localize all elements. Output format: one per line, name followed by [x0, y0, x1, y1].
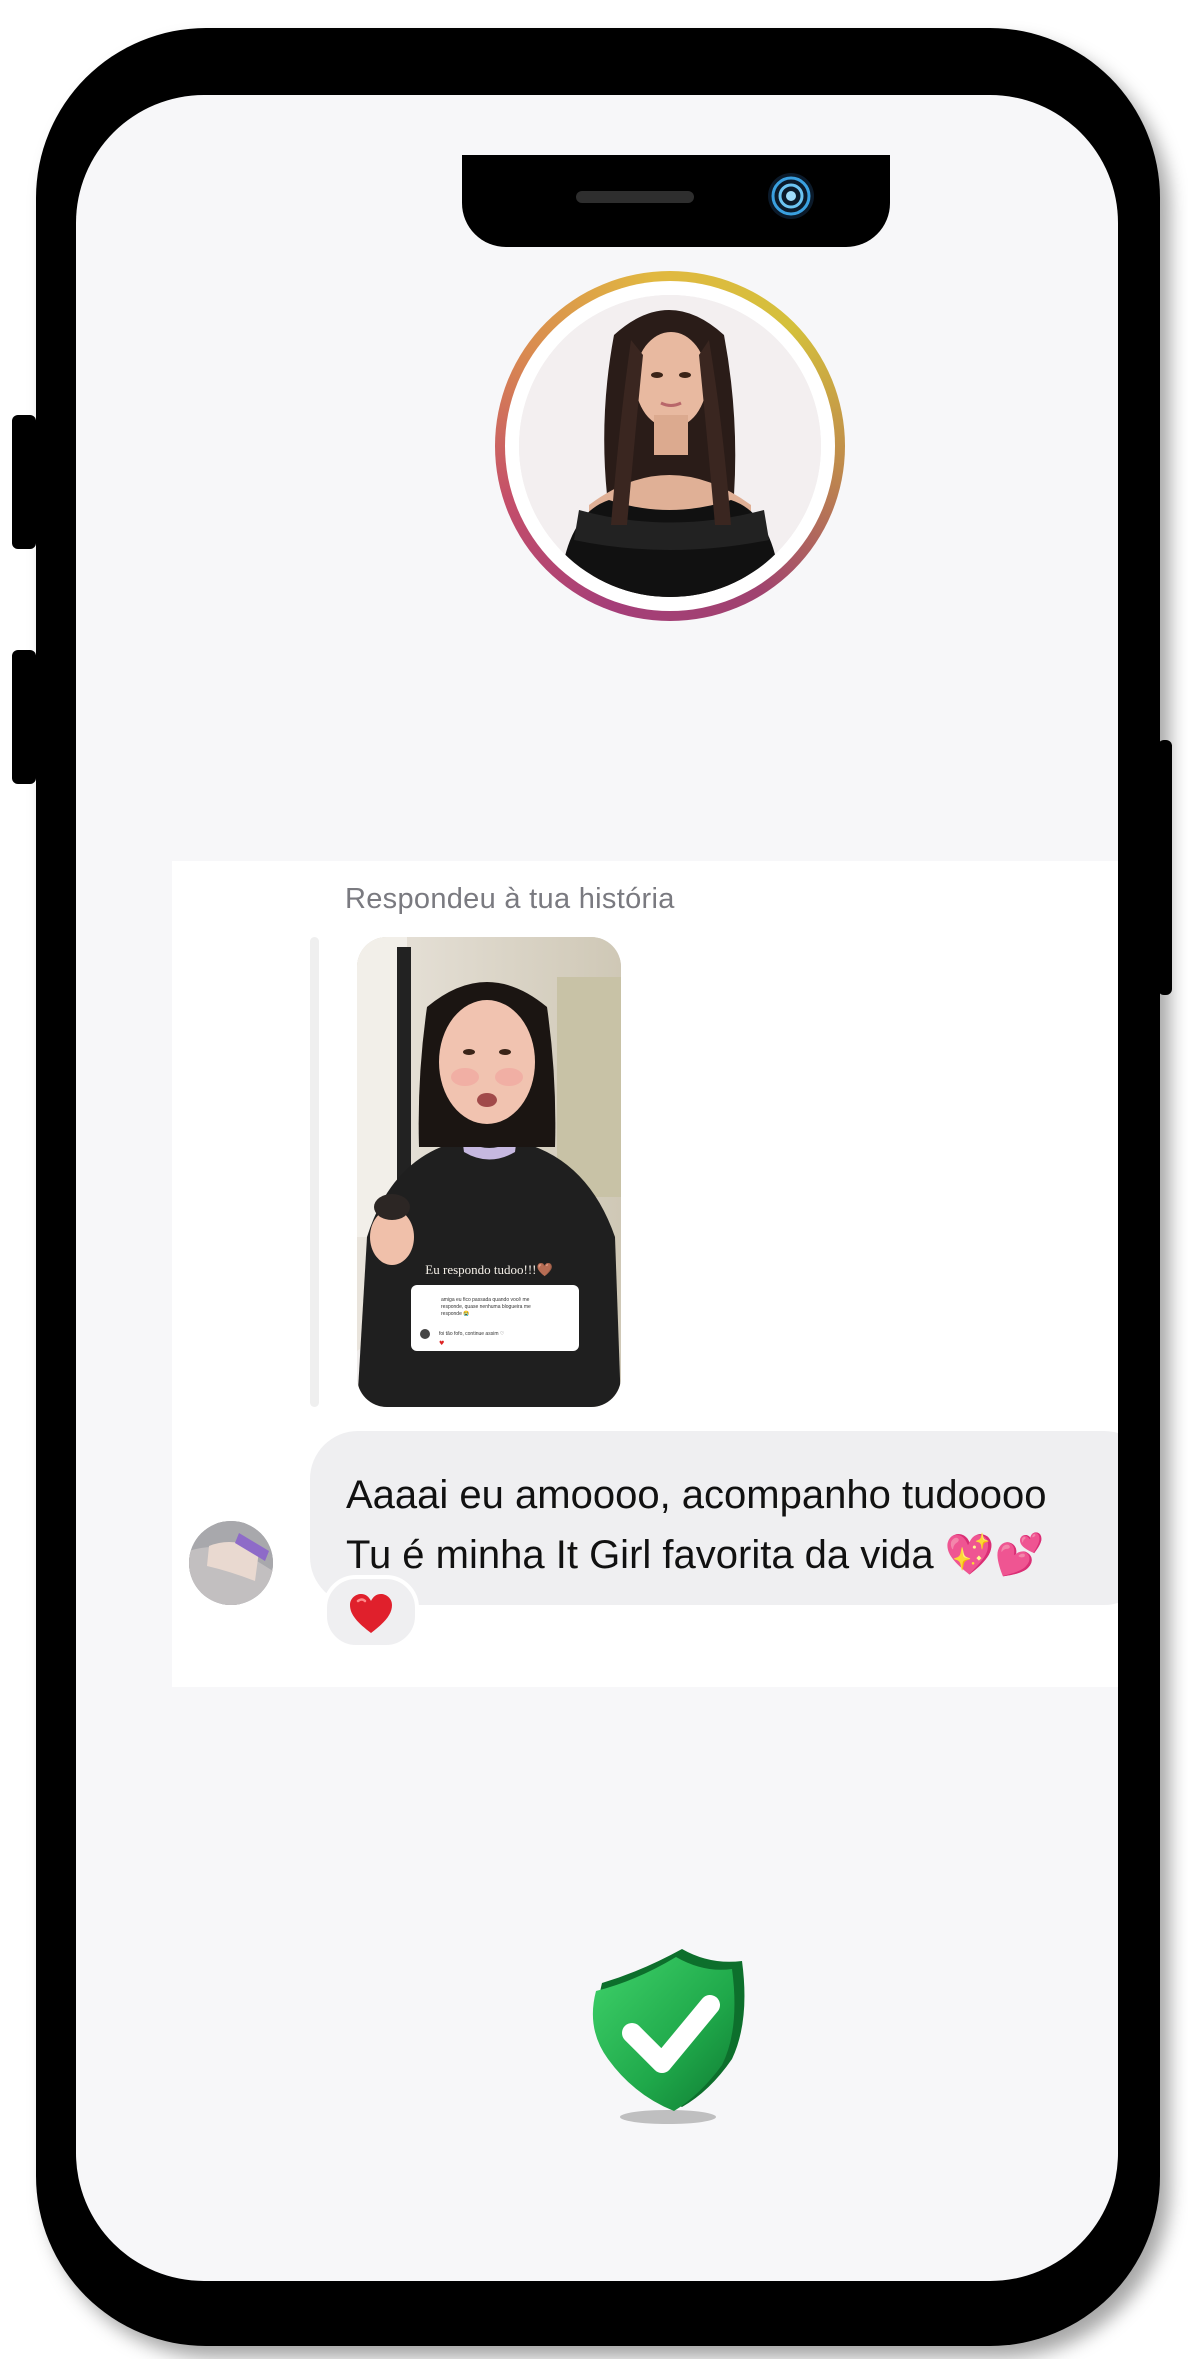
- svg-text:♥: ♥: [439, 1340, 444, 1347]
- shield-check-icon: [582, 1941, 762, 2131]
- story-thumbnail[interactable]: Eu respondo tudoo!!!🤎 amiga eu fico pass…: [357, 937, 621, 1407]
- camera-icon: [766, 171, 816, 221]
- svg-text:responde 😭: responde 😭: [441, 1310, 469, 1317]
- message-line-2: Tu é minha It Girl favorita da vida 💖💕: [346, 1533, 1045, 1577]
- svg-text:foi tão fofo, continue assim ♡: foi tão fofo, continue assim ♡: [439, 1331, 505, 1337]
- story-preview-image: Eu respondo tudoo!!!🤎 amiga eu fico pass…: [357, 937, 621, 1407]
- power-button: [1158, 740, 1172, 995]
- sender-photo-icon: [189, 1521, 273, 1605]
- message-line-1: Aaaai eu amoooo, acompanho tudoooo: [346, 1473, 1047, 1517]
- story-reply-label: Respondeu à tua história: [345, 883, 675, 915]
- volume-down-button: [12, 650, 36, 784]
- heart-icon: [350, 1594, 392, 1633]
- message-text: Aaaai eu amoooo, acompanho tudoooo Tu é …: [346, 1465, 1118, 1585]
- sender-avatar[interactable]: [189, 1521, 273, 1605]
- heart-reaction[interactable]: [323, 1575, 419, 1649]
- volume-up-button: [12, 415, 36, 549]
- svg-text:amiga eu fico passada quando v: amiga eu fico passada quando você me: [441, 1297, 530, 1303]
- quote-bar: [310, 937, 319, 1407]
- speaker-icon: [576, 191, 694, 203]
- profile-photo-icon: [519, 295, 821, 597]
- phone-screen: Respondeu à tua história Eu respondo tud…: [76, 95, 1118, 2281]
- dm-message-card: Respondeu à tua história Eu respondo tud…: [172, 861, 1118, 1687]
- phone-notch: [462, 155, 890, 247]
- svg-text:responde, quase nenhuma blogue: responde, quase nenhuma blogueira me: [441, 1304, 531, 1310]
- profile-photo-illustration: [519, 295, 821, 597]
- story-ring[interactable]: [495, 271, 845, 621]
- story-caption: Eu respondo tudoo!!!🤎: [425, 1262, 553, 1277]
- message-bubble[interactable]: Aaaai eu amoooo, acompanho tudoooo Tu é …: [310, 1431, 1118, 1605]
- avatar-border: [505, 281, 835, 611]
